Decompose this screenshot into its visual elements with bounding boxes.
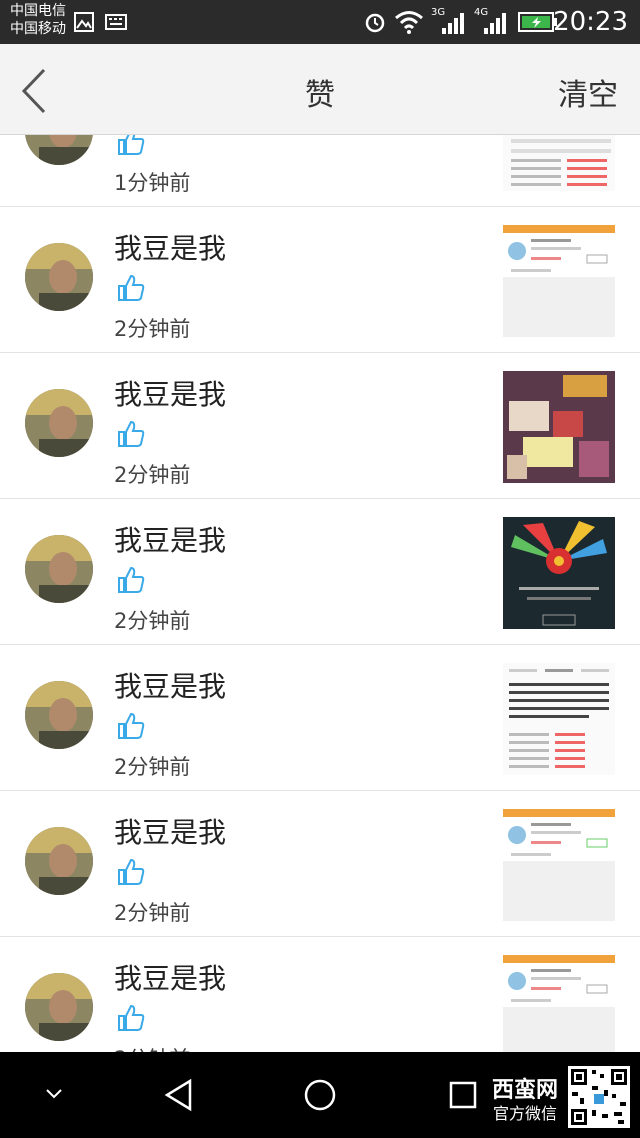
thumbs-up-icon xyxy=(118,1004,145,1031)
back-triangle-icon[interactable] xyxy=(162,1078,196,1112)
wifi-icon xyxy=(395,11,423,34)
avatar[interactable] xyxy=(25,973,93,1041)
thumbs-up-icon xyxy=(118,858,145,885)
thumbs-up-icon xyxy=(118,712,145,739)
signal-icon xyxy=(442,13,464,34)
list-item[interactable]: 我豆是我 2分钟前 xyxy=(0,353,640,499)
recent-apps-icon[interactable] xyxy=(448,1080,478,1110)
like-time: 2分钟前 xyxy=(114,901,191,925)
list-item[interactable]: 我豆是我 2分钟前 xyxy=(0,645,640,791)
status-bar: 中国电信 中国移动 3G 4G 20:23 xyxy=(0,0,640,44)
user-name: 我豆是我 xyxy=(114,962,227,995)
thumbs-up-icon xyxy=(118,274,145,301)
like-time: 2分钟前 xyxy=(114,317,191,341)
system-nav-bar: 西蛮网 官方微信 xyxy=(0,1052,640,1138)
user-name: 我豆是我 xyxy=(114,232,227,265)
like-time: 2分钟前 xyxy=(114,755,191,779)
qr-code-icon xyxy=(568,1066,630,1128)
avatar[interactable] xyxy=(25,535,93,603)
battery-icon xyxy=(518,12,557,32)
like-time: 2分钟前 xyxy=(114,609,191,633)
alarm-icon xyxy=(365,13,385,33)
list-item[interactable]: 1分钟前 xyxy=(0,135,640,207)
post-thumbnail[interactable] xyxy=(503,809,615,921)
post-thumbnail[interactable] xyxy=(503,955,615,1052)
avatar[interactable] xyxy=(25,243,93,311)
post-thumbnail[interactable] xyxy=(503,135,615,191)
like-time: 1分钟前 xyxy=(114,171,191,195)
carrier-info: 中国电信 中国移动 xyxy=(10,2,66,38)
user-name: 我豆是我 xyxy=(114,524,227,557)
user-name: 我豆是我 xyxy=(114,816,227,849)
post-thumbnail[interactable] xyxy=(503,663,615,775)
chevron-down-icon[interactable] xyxy=(42,1086,66,1102)
list-item[interactable]: 我豆是我 2分钟前 xyxy=(0,499,640,645)
avatar[interactable] xyxy=(25,135,93,165)
page-title: 赞 xyxy=(305,78,335,113)
watermark-sub: 官方微信 xyxy=(493,1104,558,1123)
carrier-1: 中国电信 xyxy=(10,3,66,19)
user-name: 我豆是我 xyxy=(114,670,227,703)
home-circle-icon[interactable] xyxy=(303,1078,337,1112)
avatar[interactable] xyxy=(25,681,93,749)
user-name: 我豆是我 xyxy=(114,378,227,411)
thumbs-up-icon xyxy=(118,566,145,593)
keyboard-icon xyxy=(105,14,127,30)
thumbs-up-icon xyxy=(118,135,145,155)
avatar[interactable] xyxy=(25,389,93,457)
signal-icon-2 xyxy=(484,13,506,34)
post-thumbnail[interactable] xyxy=(503,371,615,483)
post-thumbnail[interactable] xyxy=(503,225,615,337)
list-item[interactable]: 我豆是我 2分钟前 xyxy=(0,207,640,353)
avatar[interactable] xyxy=(25,827,93,895)
image-icon xyxy=(74,12,94,32)
clock: 20:23 xyxy=(553,7,628,37)
list-item[interactable]: 我豆是我 2分钟前 xyxy=(0,937,640,1052)
likes-list: 1分钟前 我豆是我 2分钟前 我豆是我 2分钟前 我豆是我 2分钟前 我豆是我 … xyxy=(0,135,640,1052)
list-item[interactable]: 我豆是我 2分钟前 xyxy=(0,791,640,937)
clear-button[interactable]: 清空 xyxy=(558,70,618,114)
thumbs-up-icon xyxy=(118,420,145,447)
title-bar: 赞 清空 xyxy=(0,44,640,135)
like-time: 2分钟前 xyxy=(114,463,191,487)
post-thumbnail[interactable] xyxy=(503,517,615,629)
carrier-2: 中国移动 xyxy=(10,21,66,37)
like-time: 2分钟前 xyxy=(114,1043,190,1052)
